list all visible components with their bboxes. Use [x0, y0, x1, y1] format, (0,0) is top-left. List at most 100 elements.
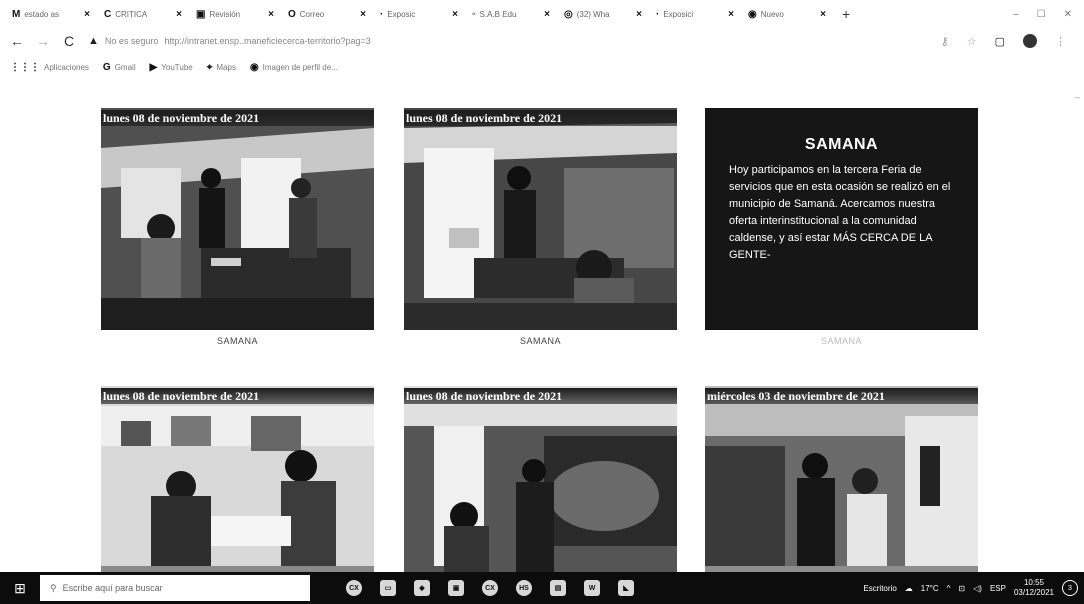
taskbar-app[interactable]: ◣	[618, 580, 634, 596]
gmail-icon: G	[102, 61, 111, 73]
volume-icon[interactable]: ◁)	[973, 584, 982, 593]
minimize-icon[interactable]: –	[1013, 9, 1019, 20]
close-icon[interactable]: ×	[268, 9, 274, 20]
bookmark-youtube[interactable]: ▶ YouTube	[150, 62, 193, 73]
browser-tab[interactable]: · Exposici ×	[650, 3, 740, 25]
gallery-photo[interactable]: lunes 08 de noviembre de 2021	[101, 108, 374, 330]
key-icon[interactable]: ⚷	[941, 35, 949, 48]
reload-icon[interactable]: C	[62, 33, 76, 49]
bookmarks-bar: ⋮⋮⋮ Aplicaciones G Gmail ▶ YouTube ⌖ Maps ◉ I…	[0, 56, 1084, 78]
weather-temp[interactable]: 17°C	[921, 584, 939, 593]
star-icon[interactable]: ☆	[967, 35, 977, 48]
bookmark-apps[interactable]: ⋮⋮⋮ Aplicaciones	[10, 62, 89, 73]
avatar[interactable]	[1023, 34, 1037, 48]
language-indicator[interactable]: ESP	[990, 584, 1006, 593]
menu-icon[interactable]: ⋮	[1055, 35, 1066, 48]
tab-title: (32) Wha	[576, 9, 610, 19]
card-date: miércoles 03 de noviembre de 2021	[705, 388, 978, 404]
tab-title: Nuevo	[760, 9, 784, 19]
gallery-card[interactable]: lunes 08 de noviembre de 2021 SAMANA	[404, 108, 677, 346]
windows-start-icon[interactable]: ⊞	[0, 572, 40, 604]
browser-tab-active[interactable]: ◉ Nuevo ×	[742, 3, 832, 25]
taskbar-app[interactable]: W	[584, 580, 600, 596]
tab-favicon: O	[288, 8, 296, 20]
story-title: SAMANA	[804, 136, 879, 153]
tab-title: estado as	[24, 9, 60, 19]
search-placeholder: Escribe aquí para buscar	[62, 583, 163, 593]
close-icon[interactable]: ×	[176, 9, 182, 20]
browser-tab[interactable]: O Correo ×	[282, 3, 372, 25]
bookmark-maps[interactable]: ⌖ Maps	[207, 62, 236, 73]
gallery-card-text[interactable]: SAMANA Hoy participamos en la tercera Fe…	[705, 108, 978, 346]
tab-title: Exposic	[387, 9, 416, 19]
browser-tab[interactable]: Mestado as ×	[6, 3, 96, 25]
address-bar: ← → C ▲ No es seguro http://intranet.ens…	[0, 28, 1084, 54]
taskbar: ⊞ ⚲ Escribe aquí para buscar CX ▭ ◆ ▣ CX…	[0, 572, 1084, 604]
tab-title: CRITICA	[115, 9, 148, 19]
back-arrow-icon[interactable]: ←	[10, 33, 24, 49]
desktop-label[interactable]: Escritorio	[863, 584, 896, 593]
bookmark-label: Imagen de perfil de...	[262, 62, 338, 72]
gallery-card[interactable]: lunes 08 de noviembre de 2021 SAMANA	[101, 108, 374, 346]
bookmark-label: Gmail	[114, 62, 136, 72]
tab-favicon: ▣	[196, 8, 206, 20]
card-caption: SAMANA	[820, 336, 862, 346]
close-icon[interactable]: ×	[452, 9, 458, 20]
close-icon[interactable]: ×	[84, 9, 90, 20]
notifications-badge[interactable]: 3	[1062, 580, 1078, 596]
story-panel: SAMANA Hoy participamos en la tercera Fe…	[705, 108, 978, 330]
bookmark-label: YouTube	[161, 62, 193, 72]
browser-tab[interactable]: C CRITICA ×	[98, 3, 188, 25]
chevron-up-icon[interactable]: ^	[947, 584, 951, 593]
taskbar-app[interactable]: ▤	[550, 580, 566, 596]
close-window-icon[interactable]: ✕	[1064, 9, 1072, 20]
maps-pin-icon: ⌖	[206, 61, 213, 73]
tab-favicon: ◉	[748, 8, 757, 20]
bookmark-gmail[interactable]: G Gmail	[103, 62, 136, 73]
taskbar-apps: CX ▭ ◆ ▣ CX HS ▤ W ◣	[346, 580, 634, 596]
security-label: No es seguro	[104, 36, 159, 46]
scrollbar[interactable]: –	[1075, 92, 1080, 102]
url-text: http://intranet.ensp..maneficiecerca-ter…	[164, 36, 371, 46]
bookmark-label: Maps	[216, 62, 236, 72]
tab-title: Exposici	[663, 9, 694, 19]
card-caption: SAMANA	[519, 336, 561, 346]
new-tab-button[interactable]: +	[834, 6, 858, 22]
taskbar-app[interactable]: HS	[516, 580, 532, 596]
browser-tab[interactable]: ◦ S.A.B Edu ×	[466, 3, 556, 25]
clock-time: 10:55	[1023, 578, 1044, 587]
browser-tab[interactable]: · Exposic ×	[374, 3, 464, 25]
clock[interactable]: 10:55 03/12/2021	[1014, 578, 1054, 598]
clock-date: 03/12/2021	[1013, 588, 1054, 597]
forward-arrow-icon[interactable]: →	[36, 33, 50, 49]
browser-tab[interactable]: ▣ Revisión ×	[190, 3, 280, 25]
taskbar-app[interactable]: ◆	[414, 580, 430, 596]
bookmark-label: Aplicaciones	[44, 62, 89, 72]
apps-grid-icon: ⋮⋮⋮	[10, 61, 40, 73]
close-icon[interactable]: ×	[360, 9, 366, 20]
tab-favicon: M	[12, 8, 21, 20]
taskbar-app[interactable]: ▭	[380, 580, 396, 596]
close-icon[interactable]: ×	[544, 9, 550, 20]
close-icon[interactable]: ×	[820, 9, 826, 20]
taskbar-app[interactable]: CX	[482, 580, 498, 596]
tab-favicon: ·	[656, 8, 660, 20]
toolbar-icons: ⚷ ☆ ▢ ⋮	[941, 34, 1074, 48]
globe-icon: ◉	[249, 61, 259, 73]
taskbar-app[interactable]: ▣	[448, 580, 464, 596]
browser-tab[interactable]: ◎ (32) Wha ×	[558, 3, 648, 25]
close-icon[interactable]: ×	[728, 9, 734, 20]
tab-title: Correo	[299, 9, 325, 19]
network-icon[interactable]: ⊡	[958, 584, 965, 593]
search-icon: ⚲	[50, 582, 57, 593]
url-field[interactable]: ▲ No es seguro http://intranet.ensp..man…	[88, 35, 929, 47]
taskbar-app[interactable]: CX	[346, 580, 362, 596]
sidepanel-icon[interactable]: ▢	[995, 35, 1005, 48]
tab-bar: Mestado as × C CRITICA × ▣ Revisión × O Correo…	[0, 0, 1084, 28]
close-icon[interactable]: ×	[636, 9, 642, 20]
gallery-photo[interactable]: lunes 08 de noviembre de 2021	[404, 108, 677, 330]
tab-title: Revisión	[209, 9, 241, 19]
bookmark-profile-image[interactable]: ◉ Imagen de perfil de...	[250, 62, 338, 73]
maximize-icon[interactable]: ☐	[1037, 9, 1046, 20]
taskbar-search[interactable]: ⚲ Escribe aquí para buscar	[40, 575, 310, 601]
